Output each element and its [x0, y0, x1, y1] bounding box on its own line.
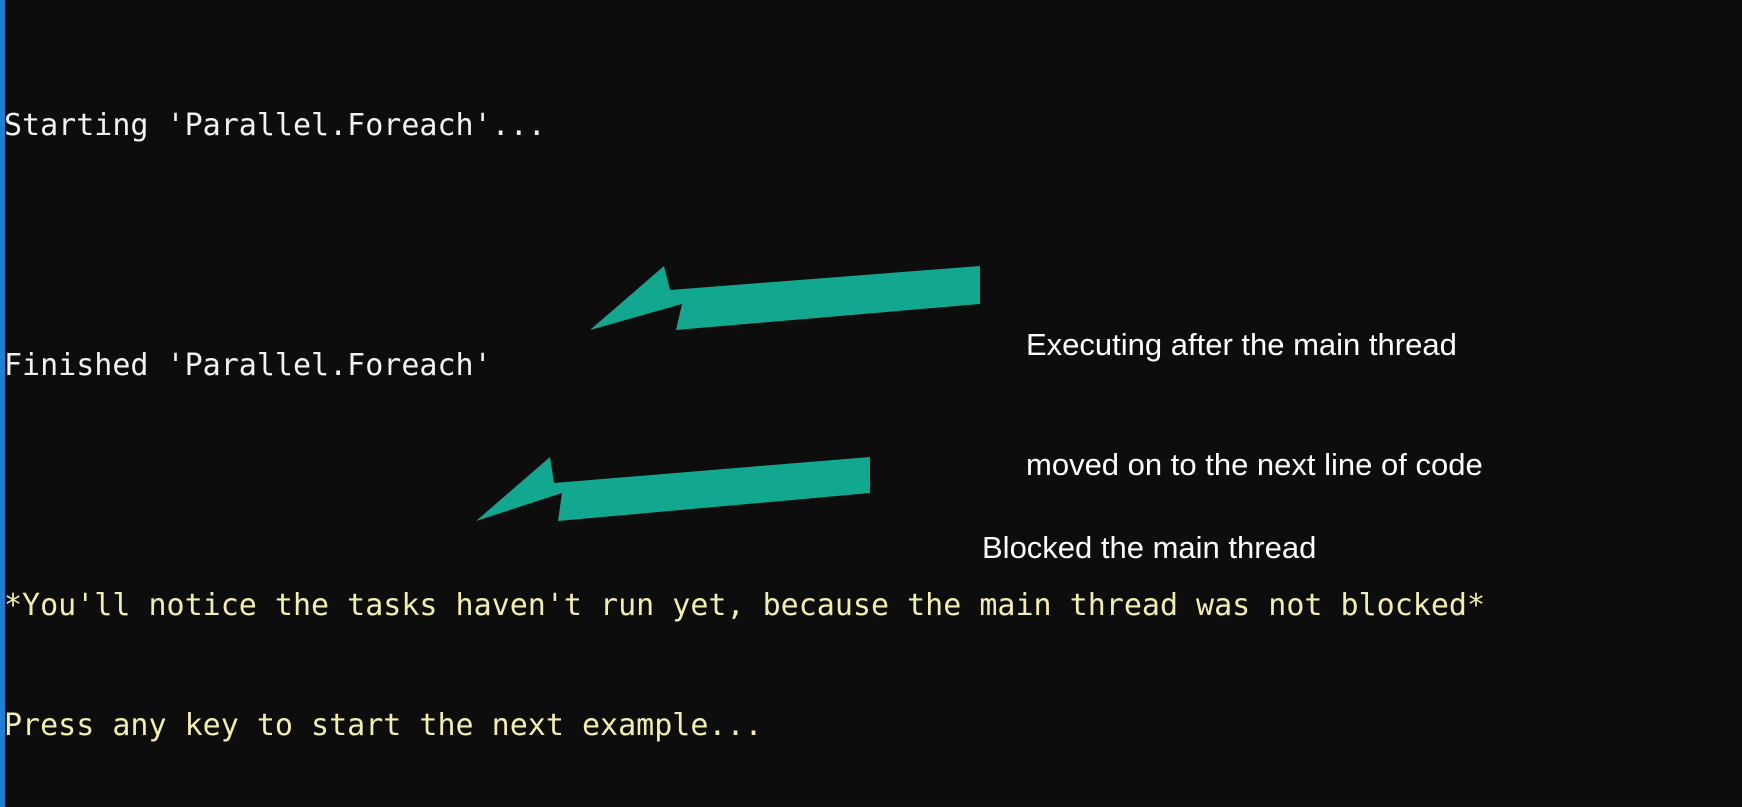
console-line: Press any key to start the next example.… — [4, 708, 763, 743]
annotation-line-1: Blocked the main thread — [982, 530, 1317, 565]
annotation-line-1: Executing after the main thread — [1026, 327, 1457, 362]
console-line: Starting 'Parallel.Foreach'... — [4, 108, 546, 143]
console-line: *You'll notice the tasks haven't run yet… — [4, 588, 1486, 623]
annotation-arrow-bottom — [476, 457, 870, 521]
screenshot-root: Starting 'Parallel.Foreach'... Finished … — [0, 0, 1742, 807]
annotation-arrow-top — [590, 266, 980, 330]
annotation-label-blocked-main-thread: Blocked the main thread — [982, 448, 1316, 648]
